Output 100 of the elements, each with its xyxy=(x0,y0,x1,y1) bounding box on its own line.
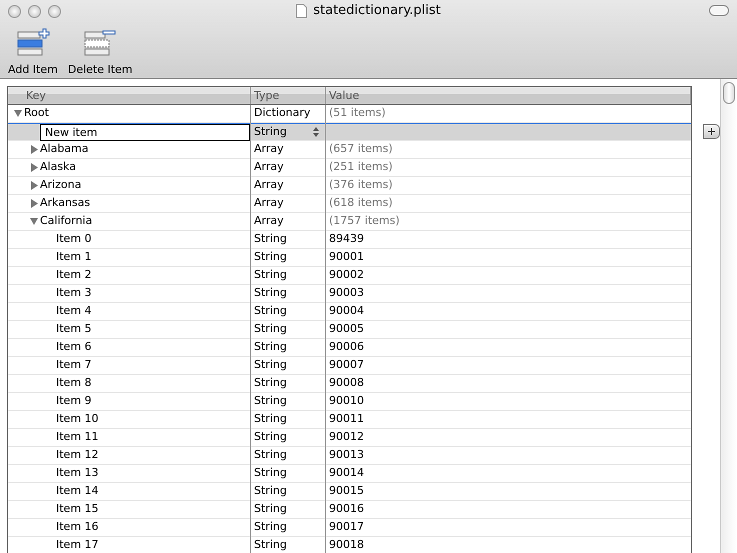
type-text: String xyxy=(254,429,287,446)
scrollbar[interactable] xyxy=(720,79,737,553)
key-text: Item 17 xyxy=(56,537,99,553)
table-row[interactable]: Item 3 String 90003 xyxy=(8,285,691,303)
table-row[interactable]: Item 16 String 90017 xyxy=(8,519,691,537)
key-text: Item 14 xyxy=(56,483,99,500)
type-text: String xyxy=(254,339,287,356)
type-text: String xyxy=(254,267,287,284)
value-text: 90006 xyxy=(329,339,364,356)
scroll-thumb[interactable] xyxy=(723,82,735,104)
collapsed-triangle-icon[interactable] xyxy=(30,145,38,154)
key-text: Item 4 xyxy=(56,303,92,320)
type-text: String xyxy=(254,393,287,410)
key-text: Item 13 xyxy=(56,465,99,482)
table-row[interactable]: Arizona Array (376 items) xyxy=(8,177,691,195)
value-text: 90011 xyxy=(329,411,364,428)
value-text: 90016 xyxy=(329,501,364,518)
type-text: Dictionary xyxy=(254,105,310,122)
key-text: Item 16 xyxy=(56,519,99,536)
value-text: 90002 xyxy=(329,267,364,284)
collapsed-triangle-icon[interactable] xyxy=(30,199,38,208)
table-row[interactable]: Item 8 String 90008 xyxy=(8,375,691,393)
value-text: 90013 xyxy=(329,447,364,464)
value-text: 90001 xyxy=(329,249,364,266)
key-text: Item 10 xyxy=(56,411,99,428)
type-text: String xyxy=(254,375,287,392)
table-row[interactable]: Item 2 String 90002 xyxy=(8,267,691,285)
stepper-arrows-icon[interactable] xyxy=(313,126,319,138)
table-row[interactable]: Item 5 String 90005 xyxy=(8,321,691,339)
table-row[interactable]: Item 4 String 90004 xyxy=(8,303,691,321)
add-item-button[interactable]: Add Item xyxy=(8,28,58,78)
value-text: 90008 xyxy=(329,375,364,392)
table-row[interactable]: Item 0 String 89439 xyxy=(8,231,691,249)
zoom-button[interactable] xyxy=(48,4,61,18)
value-text: 90003 xyxy=(329,285,364,302)
table-row[interactable]: Item 15 String 90016 xyxy=(8,501,691,519)
table-row[interactable]: Alaska Array (251 items) xyxy=(8,159,691,177)
type-text: String xyxy=(254,321,287,338)
key-text: Item 9 xyxy=(56,393,92,410)
table-row[interactable]: Item 17 String 90018 xyxy=(8,537,691,553)
value-text: 90007 xyxy=(329,357,364,374)
table-row[interactable]: Item 7 String 90007 xyxy=(8,357,691,375)
value-text: 90017 xyxy=(329,519,364,536)
key-input-field[interactable]: New item xyxy=(40,124,250,140)
value-text: (51 items) xyxy=(329,105,386,122)
value-text: 89439 xyxy=(329,231,364,248)
value-text: (657 items) xyxy=(329,141,393,158)
type-text: Array xyxy=(254,141,284,158)
table-row[interactable]: California Array (1757 items) xyxy=(8,213,691,231)
table-row[interactable]: Arkansas Array (618 items) xyxy=(8,195,691,213)
value-text: (376 items) xyxy=(329,177,393,194)
type-text: String xyxy=(254,483,287,500)
type-text: String xyxy=(254,465,287,482)
type-text: Array xyxy=(254,159,284,176)
table-row[interactable]: Item 9 String 90010 xyxy=(8,393,691,411)
collapsed-triangle-icon[interactable] xyxy=(30,163,38,172)
table-row[interactable]: Item 1 String 90001 xyxy=(8,249,691,267)
table-row[interactable]: Alabama Array (657 items) xyxy=(8,141,691,159)
expanded-triangle-icon[interactable] xyxy=(30,217,38,226)
key-text: Alabama xyxy=(40,141,89,158)
type-text: String xyxy=(254,537,287,553)
delete-item-button[interactable]: Delete Item xyxy=(68,28,133,78)
key-text: Item 11 xyxy=(56,429,99,446)
remove-row-icon xyxy=(83,28,118,58)
table-row[interactable]: Item 10 String 90011 xyxy=(8,411,691,429)
key-text: Alaska xyxy=(40,159,76,176)
table-row[interactable]: Item 6 String 90006 xyxy=(8,339,691,357)
type-text: Array xyxy=(254,177,284,194)
collapsed-triangle-icon[interactable] xyxy=(30,181,38,190)
add-child-button[interactable] xyxy=(703,124,720,139)
column-header[interactable]: Value xyxy=(326,87,691,104)
value-text: 90018 xyxy=(329,537,364,553)
key-text: Arkansas xyxy=(40,195,90,212)
table-row[interactable]: Item 11 String 90012 xyxy=(8,429,691,447)
type-text: String xyxy=(254,249,287,266)
column-header[interactable]: Key xyxy=(8,87,251,104)
expanded-triangle-icon[interactable] xyxy=(14,109,22,118)
key-text: Item 5 xyxy=(56,321,92,338)
close-button[interactable] xyxy=(8,4,21,18)
add-row-icon xyxy=(16,28,50,58)
value-text: 90004 xyxy=(329,303,364,320)
table-row[interactable]: New item String xyxy=(8,123,691,141)
key-text: Item 12 xyxy=(56,447,99,464)
key-text: Root xyxy=(24,105,49,122)
plus-icon xyxy=(708,128,715,135)
key-text: Item 3 xyxy=(56,285,92,302)
minimize-button[interactable] xyxy=(28,4,41,18)
key-text: Item 0 xyxy=(56,231,92,248)
toolbar-toggle-button[interactable] xyxy=(709,5,729,16)
table-row[interactable]: Item 12 String 90013 xyxy=(8,447,691,465)
window-title: statedictionary.plist xyxy=(313,2,441,20)
type-text: String xyxy=(254,447,287,464)
type-text: Array xyxy=(254,195,284,212)
type-text: String xyxy=(254,411,287,428)
type-text: Array xyxy=(254,213,284,230)
column-header[interactable]: Type xyxy=(251,87,326,104)
key-text: Item 8 xyxy=(56,375,92,392)
table-row[interactable]: Item 14 String 90015 xyxy=(8,483,691,501)
table-row[interactable]: Item 13 String 90014 xyxy=(8,465,691,483)
value-text: 90015 xyxy=(329,483,364,500)
